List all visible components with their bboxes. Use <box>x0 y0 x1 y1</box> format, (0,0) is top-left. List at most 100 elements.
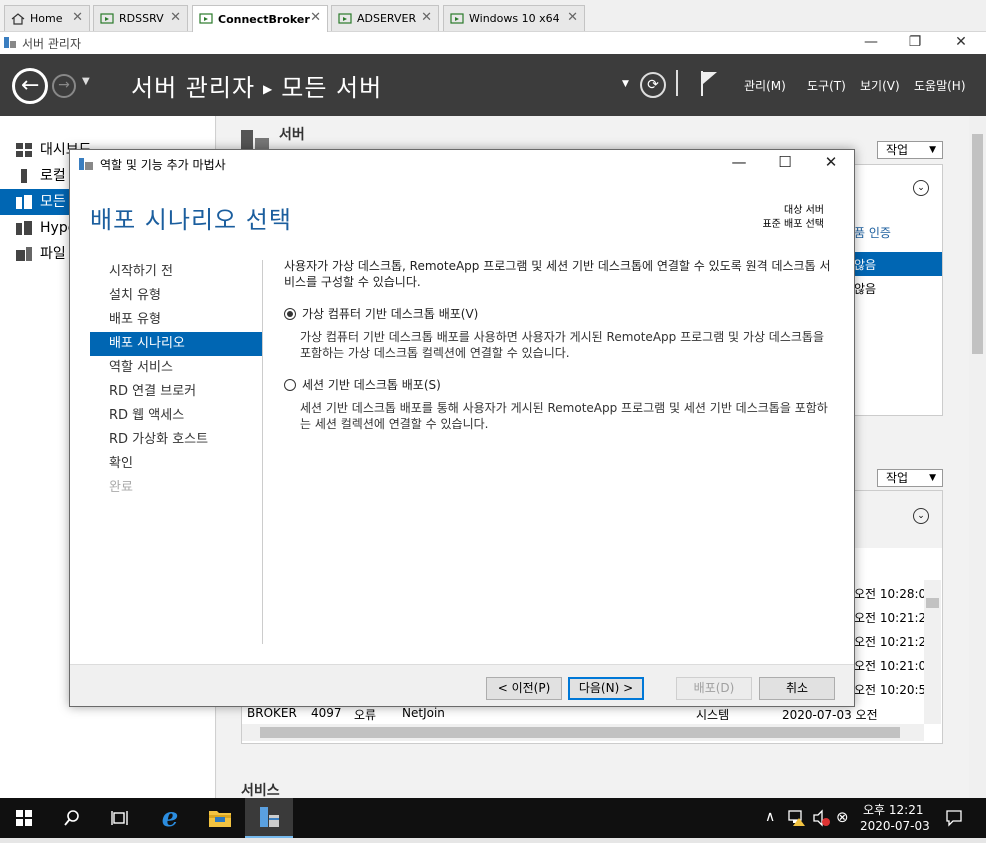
event-row[interactable]: BROKER 4097 오류 NetJoin 시스템 2020-07-03 오전… <box>247 704 925 737</box>
close-icon[interactable]: ✕ <box>567 10 578 25</box>
scroll-thumb[interactable] <box>260 727 900 738</box>
vm-tab-connectbroker[interactable]: ConnectBroker ✕ <box>192 5 328 32</box>
radio-vm-based[interactable] <box>284 308 296 320</box>
close-circle-icon[interactable]: ⊗ <box>836 808 849 826</box>
chevron-right-icon: ▶ <box>263 82 274 96</box>
menu-tools[interactable]: 도구(T) <box>807 77 846 94</box>
close-icon[interactable]: ✕ <box>170 10 181 25</box>
flag-icon[interactable] <box>700 70 718 96</box>
close-icon[interactable]: ✕ <box>421 10 432 25</box>
chevron-expand-icon[interactable]: ⌄ <box>913 180 929 196</box>
vm-tab-bar: Home ✕ RDSSRV ✕ ConnectBroker ✕ ADSERVER… <box>0 0 986 32</box>
option-session-based[interactable]: 세션 기반 데스크톱 배포(S) <box>284 376 441 393</box>
task-view-icon <box>111 811 128 825</box>
option-vm-based[interactable]: 가상 컴퓨터 기반 데스크톱 배포(V) <box>284 305 478 322</box>
vm-tab-rdssrv[interactable]: RDSSRV ✕ <box>93 5 188 31</box>
menu-view[interactable]: 보기(V) <box>860 77 900 94</box>
nav-label: 모든 <box>40 194 66 210</box>
local-server-icon <box>21 169 27 183</box>
chevron-down-icon: ▼ <box>929 145 936 155</box>
separator <box>676 70 678 96</box>
destination-value: 표준 배포 선택 <box>762 219 824 230</box>
vm-tab-label: ConnectBroker <box>218 12 310 26</box>
divider <box>262 260 263 644</box>
events-task-button[interactable]: 작업 ▼ <box>877 469 943 487</box>
step-deployment-scenario[interactable]: 배포 시나리오 <box>90 332 262 356</box>
arrow-left-icon: ← <box>21 73 40 98</box>
close-icon[interactable]: ✕ <box>72 10 83 25</box>
start-button[interactable] <box>0 798 48 838</box>
vm-tab-label: Home <box>30 12 63 25</box>
server-manager-icon <box>4 37 16 48</box>
events-vscrollbar[interactable] <box>924 580 941 724</box>
step-installation-type[interactable]: 설치 유형 <box>90 284 262 308</box>
main-vscrollbar[interactable] <box>969 116 986 798</box>
chevron-down-icon: ▼ <box>929 473 936 483</box>
page-title: 배포 시나리오 선택 <box>90 206 292 234</box>
events-hscrollbar[interactable] <box>242 724 924 741</box>
event-server: BROKER <box>247 706 297 720</box>
chevron-down-icon[interactable]: ▼ <box>622 79 629 89</box>
restore-button[interactable]: ❐ <box>892 32 938 52</box>
server-manager-taskbar-button[interactable] <box>245 798 293 838</box>
step-rd-virtualization-host[interactable]: RD 가상화 호스트 <box>90 428 262 452</box>
bottom-strip <box>0 838 986 843</box>
minimize-button[interactable]: — <box>848 32 894 52</box>
nav-label: 파일 <box>40 246 66 262</box>
step-rd-web-access[interactable]: RD 웹 액세스 <box>90 404 262 428</box>
chevron-expand-icon[interactable]: ⌄ <box>913 508 929 524</box>
option-vm-description: 가상 컴퓨터 기반 데스크톱 배포를 사용하면 사용자가 게시된 RemoteA… <box>300 330 825 360</box>
chevron-down-icon[interactable]: ▼ <box>82 76 90 87</box>
maximize-button[interactable]: ☐ <box>762 153 808 171</box>
menu-manage[interactable]: 관리(M) <box>744 77 786 94</box>
scroll-thumb[interactable] <box>972 134 983 354</box>
option-vm-label: 가상 컴퓨터 기반 데스크톱 배포(V) <box>302 307 479 321</box>
vm-tab-label: Windows 10 x64 <box>469 12 560 25</box>
clock-time[interactable]: 오후 12:21 <box>863 801 923 818</box>
menu-help[interactable]: 도움말(H) <box>914 77 966 94</box>
network-warning-icon[interactable] <box>788 809 806 827</box>
breadcrumb-root[interactable]: 서버 관리자 <box>131 74 255 102</box>
close-window-button[interactable]: ✕ <box>938 32 984 52</box>
close-button[interactable]: ✕ <box>808 153 854 171</box>
home-icon <box>11 12 25 25</box>
previous-button[interactable]: < 이전(P) <box>486 677 562 700</box>
minimize-button[interactable]: — <box>716 153 762 171</box>
close-icon[interactable]: ✕ <box>310 10 321 25</box>
step-deployment-type[interactable]: 배포 유형 <box>90 308 262 332</box>
back-button[interactable]: ← <box>12 68 48 104</box>
radio-session-based[interactable] <box>284 379 296 391</box>
vm-tab-adserver[interactable]: ADSERVER ✕ <box>331 5 439 31</box>
chevron-up-icon[interactable]: ∧ <box>765 809 775 825</box>
internet-explorer-button[interactable]: e <box>146 798 194 838</box>
file-explorer-button[interactable] <box>196 798 244 838</box>
search-button[interactable] <box>48 798 96 838</box>
wizard-title: 역할 및 기능 추가 마법사 <box>100 158 226 172</box>
vm-tab-windows10[interactable]: Windows 10 x64 ✕ <box>443 5 585 31</box>
vm-tab-home[interactable]: Home ✕ <box>4 5 90 31</box>
vm-tab-label: RDSSRV <box>119 12 164 25</box>
server-manager-icon <box>79 158 93 170</box>
breadcrumb: 서버 관리자 ▶ 모든 서버 <box>131 68 382 103</box>
forward-button[interactable]: → <box>52 74 76 98</box>
wizard-footer: < 이전(P) 다음(N) > 배포(D) 취소 <box>70 664 854 706</box>
notifications-icon[interactable] <box>945 809 963 827</box>
step-confirmation[interactable]: 확인 <box>90 452 262 476</box>
servers-task-button[interactable]: 작업 ▼ <box>877 141 943 159</box>
window-title: 서버 관리자 <box>22 37 82 51</box>
file-services-icon <box>16 247 32 261</box>
task-view-button[interactable] <box>96 798 144 838</box>
breadcrumb-current: 모든 서버 <box>281 74 383 102</box>
volume-muted-icon[interactable] <box>812 809 830 827</box>
step-before-you-begin[interactable]: 시작하기 전 <box>90 260 262 284</box>
refresh-button[interactable]: ⟳ <box>640 72 666 98</box>
scroll-thumb[interactable] <box>926 598 939 608</box>
next-button[interactable]: 다음(N) > <box>568 677 644 700</box>
column-header-activation[interactable]: 품 인증 <box>854 224 891 241</box>
dashboard-icon <box>16 143 32 157</box>
event-time: 오전 10:28:02 <box>854 587 934 601</box>
clock-date[interactable]: 2020-07-03 <box>860 819 930 833</box>
step-role-services[interactable]: 역할 서비스 <box>90 356 262 380</box>
step-rd-connection-broker[interactable]: RD 연결 브로커 <box>90 380 262 404</box>
cancel-button[interactable]: 취소 <box>759 677 835 700</box>
